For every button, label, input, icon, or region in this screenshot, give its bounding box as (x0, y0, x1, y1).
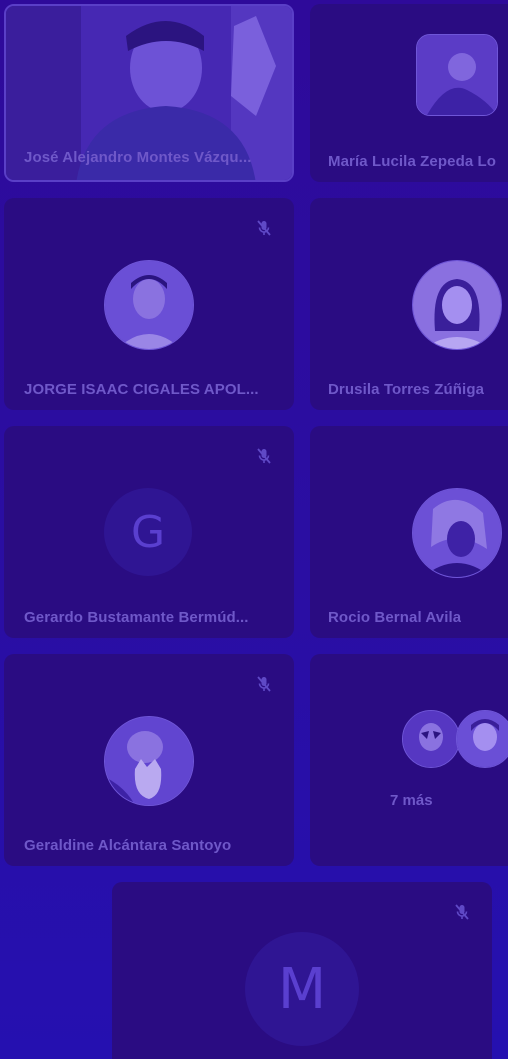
participant-avatar (412, 260, 502, 350)
participant-avatar (104, 260, 194, 350)
participant-name: Geraldine Alcántara Santoyo (24, 837, 232, 854)
avatar-initial: G (130, 506, 166, 558)
overflow-count-label: 7 más (390, 792, 433, 809)
avatar-initial: M (277, 956, 327, 1022)
avatar-photo-icon (403, 711, 459, 767)
participant-name: José Alejandro Montes Vázqu... (24, 149, 252, 166)
meeting-grid: José Alejandro Montes Vázqu... María Luc… (0, 0, 508, 1059)
participant-name: JORGE ISAAC CIGALES APOL... (24, 381, 259, 398)
participant-avatar (104, 716, 194, 806)
participant-name: María Lucila Zepeda Lo (328, 153, 497, 170)
mic-off-icon (257, 676, 271, 692)
participant-tile-4[interactable]: Drusila Torres Zúñiga (310, 198, 508, 410)
mic-off-icon (257, 448, 271, 464)
participant-avatar (416, 34, 498, 116)
avatar-photo-icon (105, 717, 193, 805)
participant-tile-7[interactable]: Geraldine Alcántara Santoyo (4, 654, 294, 866)
participant-tile-1[interactable]: José Alejandro Montes Vázqu... (4, 4, 294, 182)
avatar-photo-icon (413, 261, 501, 349)
avatar-photo-icon (417, 35, 497, 115)
participant-name: Drusila Torres Zúñiga (328, 381, 485, 398)
participant-tile-6[interactable]: Rocio Bernal Avila (310, 426, 508, 638)
overflow-avatar-2 (456, 710, 508, 768)
participant-tile-2[interactable]: María Lucila Zepeda Lo (310, 4, 508, 182)
participant-name: Gerardo Bustamante Bermúd... (24, 609, 249, 626)
avatar-photo-icon (413, 489, 501, 577)
self-tile[interactable]: M (112, 882, 492, 1059)
overflow-avatar-1 (402, 710, 460, 768)
participant-tile-3[interactable]: JORGE ISAAC CIGALES APOL... (4, 198, 294, 410)
mic-off-icon (257, 220, 271, 236)
self-initial-avatar: M (245, 932, 359, 1046)
participant-name: Rocio Bernal Avila (328, 609, 462, 626)
participant-tile-5[interactable]: G Gerardo Bustamante Bermúd... (4, 426, 294, 638)
avatar-photo-icon (457, 711, 508, 767)
overflow-participants-tile[interactable]: 7 más (310, 654, 508, 866)
participant-initial-avatar: G (104, 488, 192, 576)
participant-avatar (412, 488, 502, 578)
avatar-photo-icon (105, 261, 193, 349)
mic-off-icon (455, 904, 469, 920)
